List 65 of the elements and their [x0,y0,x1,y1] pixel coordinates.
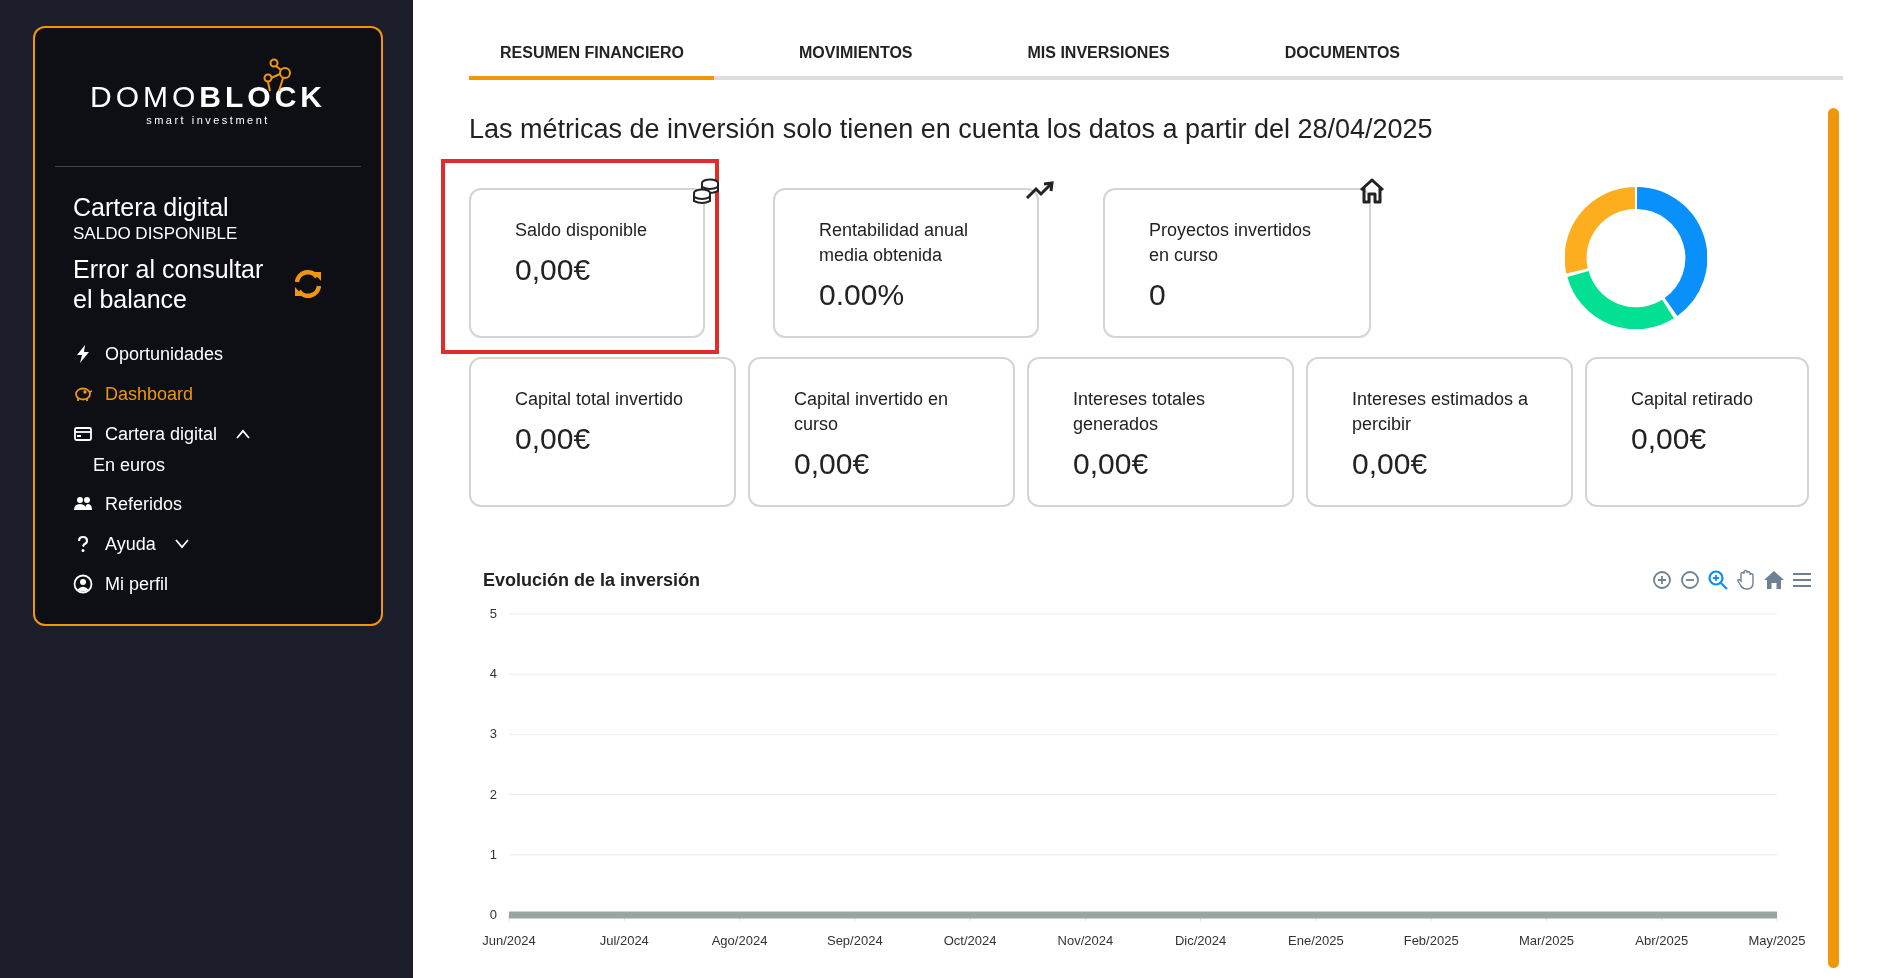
metric-label: Intereses estimados a percibir [1352,388,1530,436]
hand-icon[interactable] [1735,569,1757,591]
axis-tick-label: Nov/2024 [1057,933,1114,948]
nav-item[interactable]: Mi perfil [73,564,361,604]
metric-label: Capital invertido en curso [794,388,950,436]
metric-value: 0,00€ [515,422,592,456]
metric-label: Rentabilidad anual media obtenida [819,219,970,267]
tab[interactable]: DOCUMENTOS [1253,38,1431,80]
tab[interactable]: MOVIMIENTOS [768,38,943,80]
axis-tick-label: Dic/2024 [1175,933,1227,948]
axis-tick-label: Sep/2024 [827,933,883,948]
axis-tick-label: 5 [489,606,497,621]
metric-value: 0,00€ [1352,447,1429,481]
magnifier-icon[interactable] [1707,569,1729,591]
scrollbar-thumb[interactable] [1828,108,1839,968]
metric-label: Saldo disponible [515,219,649,242]
axis-tick-label: Mar/2025 [1519,933,1574,948]
home-icon[interactable] [1763,569,1785,591]
metric-value: 0 [1149,278,1167,312]
chevron-icon [173,539,190,549]
metric-value: 0,00€ [1073,447,1150,481]
nav-item[interactable]: Cartera digital [73,414,361,454]
wallet-title: Cartera digital [73,193,230,222]
axis-tick-label: 2 [489,786,497,802]
axis-tick-label: Ago/2024 [711,933,768,948]
tab[interactable]: MIS INVERSIONES [996,38,1200,80]
refresh-icon[interactable] [292,268,324,300]
axis-tick-label: Abr/2025 [1635,933,1689,948]
wallet-subtitle: SALDO DISPONIBLE [73,224,239,244]
axis-tick-label: Jul/2024 [599,933,649,948]
card-icon [73,424,93,444]
coins-icon [691,176,721,206]
metric-label: Intereses totales generados [1073,388,1207,436]
nav-item[interactable]: Referidos [73,484,361,524]
brand-tagline: smart investment [146,114,270,126]
metric-label: Capital retirado [1631,388,1755,411]
nav-item[interactable]: Ayuda [73,524,361,564]
brand-wordmark: DOMOBLOCK [90,80,326,114]
notice-text: Las métricas de inversión solo tienen en cuenta los datos a partir del 28/04/2025 [469,114,1434,145]
axis-tick-label: Feb/2025 [1403,933,1459,948]
metric-value: 0,00€ [1631,422,1708,456]
axis-tick-label: 1 [489,846,497,862]
user-circle-icon [73,574,93,594]
nav-subitem[interactable]: En euros [73,454,361,484]
axis-tick-label: 3 [489,726,497,742]
nav-item[interactable]: Dashboard [73,374,361,414]
axis-tick-label: 0 [489,907,497,922]
balance-error-message: Error al consultar el balance [73,254,265,314]
nav-item[interactable]: Oportunidades [73,334,361,374]
axis-tick-label: May/2025 [1748,933,1806,948]
metric-value: 0,00€ [515,253,592,287]
metric-value: 0,00€ [794,447,871,481]
axis-tick-label: Ene/2025 [1288,933,1344,948]
metric-label: Proyectos invertidos en curso [1149,219,1313,267]
metric-label: Capital total invertido [515,388,685,411]
chart-title: Evolución de la inversión [483,569,701,591]
metric-value: 0.00% [819,278,906,312]
zoom-out-icon[interactable] [1679,569,1701,591]
house-icon [1357,176,1387,206]
tab[interactable]: RESUMEN FINANCIERO [469,38,714,80]
zoom-in-icon[interactable] [1651,569,1673,591]
axis-tick-label: Jun/2024 [482,933,536,948]
chevron-icon [235,429,252,439]
axis-tick-label: Oct/2024 [943,933,997,948]
axis-tick-label: 4 [489,666,497,682]
